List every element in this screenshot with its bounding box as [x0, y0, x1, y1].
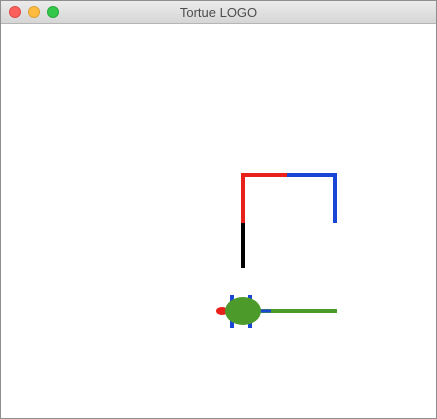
- turtle-shell-icon: [225, 297, 261, 325]
- turtle-icon: [216, 295, 271, 328]
- turtle-canvas: [216, 173, 337, 328]
- title-bar: Tortue LOGO: [1, 1, 436, 24]
- window-title: Tortue LOGO: [179, 5, 258, 20]
- app-window: Tortue LOGO: [0, 0, 437, 419]
